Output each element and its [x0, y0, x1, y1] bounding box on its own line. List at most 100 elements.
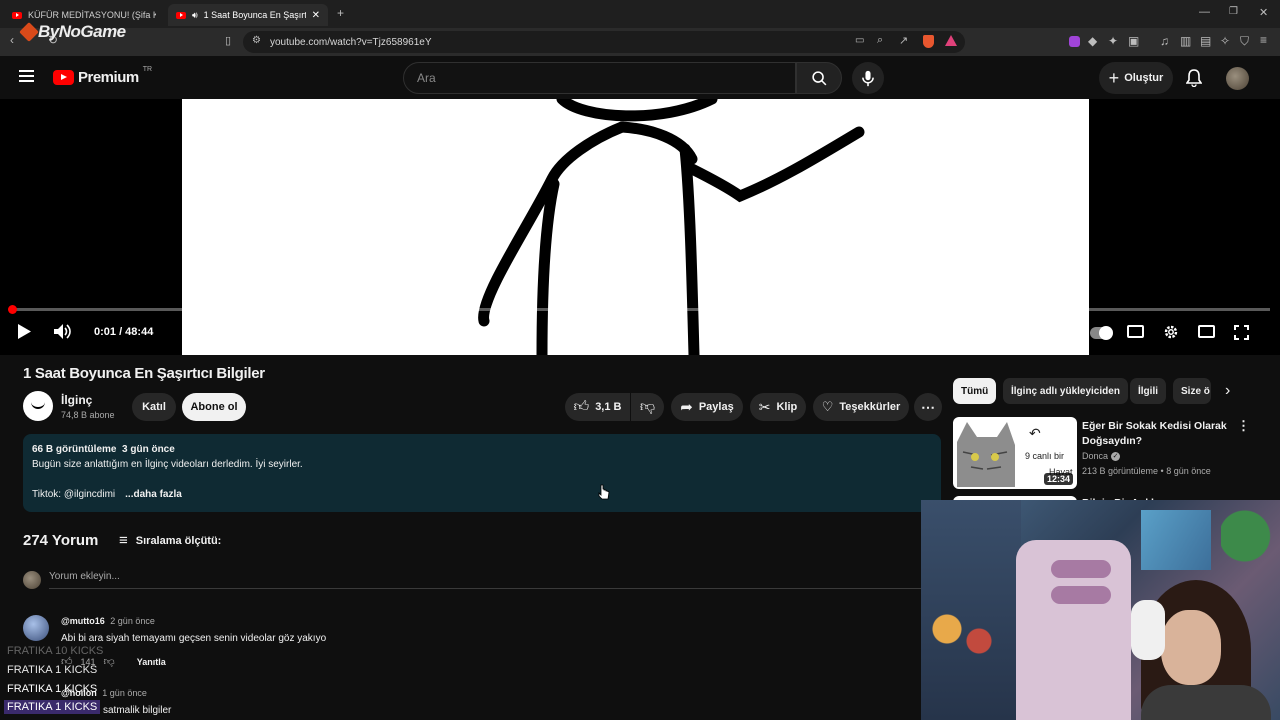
new-tab-icon[interactable]: +	[337, 6, 344, 20]
user-avatar	[23, 571, 41, 589]
search-input[interactable]: Ara	[403, 62, 796, 94]
cast-icon[interactable]: ▭	[855, 35, 864, 46]
subscribe-label: Abone ol	[190, 401, 238, 413]
add-comment-input[interactable]: Yorum ekleyin...	[49, 571, 921, 589]
video-player[interactable]: 0:01 / 48:44	[0, 99, 1280, 355]
subtitles-icon[interactable]	[1127, 325, 1144, 338]
share-button[interactable]: ➦ Paylaş	[671, 393, 743, 421]
comment-author[interactable]: @mutto16	[61, 616, 105, 626]
sidebar-icon[interactable]: ▥	[1180, 34, 1191, 48]
channel-name[interactable]: İlginç	[61, 393, 92, 407]
search-placeholder: Ara	[417, 71, 436, 85]
video-meta: 213 B görüntüleme • 8 gün önce	[1082, 466, 1211, 476]
logo-text: Premium	[78, 69, 139, 86]
microphone-icon	[862, 70, 874, 86]
recommended-channel[interactable]: Donca ✓	[1082, 451, 1121, 461]
menu-icon[interactable]: ≡	[1260, 33, 1267, 47]
music-icon[interactable]: ♫	[1160, 34, 1169, 48]
comment-time[interactable]: 1 gün önce	[102, 688, 147, 698]
chip-all[interactable]: Tümü	[953, 378, 997, 404]
search-button[interactable]	[796, 62, 842, 94]
wall-posters	[1141, 510, 1211, 570]
thanks-button[interactable]: ♡ Teşekkürler	[813, 393, 909, 421]
zoom-icon[interactable]: ⌕	[877, 34, 883, 47]
close-window-icon[interactable]: ✕	[1259, 6, 1268, 19]
extension-icon[interactable]	[1069, 36, 1080, 47]
sort-comments-button[interactable]: ≡ Sıralama ölçütü:	[119, 532, 221, 549]
settings-gear-icon[interactable]	[1163, 324, 1179, 340]
minimize-icon[interactable]: —	[1199, 6, 1210, 18]
back-icon[interactable]: ‹	[10, 33, 14, 47]
title-line: Eğer Bir Sokak Kedisi Olarak	[1082, 420, 1227, 432]
leo-ai-icon[interactable]: ✧	[1220, 34, 1230, 48]
dislike-button[interactable]: 👎︎	[631, 393, 664, 421]
more-vertical-icon[interactable]: ⋮	[1237, 418, 1250, 434]
more-horizontal-icon: ⋯	[921, 398, 935, 415]
vpn-icon[interactable]: ⛉	[1240, 34, 1249, 49]
description-box[interactable]: 66 B görüntüleme 3 gün önce Bugün size a…	[23, 434, 941, 512]
hamburger-menu-icon[interactable]	[19, 70, 34, 82]
chip-related[interactable]: İlgili	[1130, 378, 1166, 404]
maximize-icon[interactable]: ❐	[1229, 6, 1238, 17]
account-avatar[interactable]	[1226, 67, 1249, 90]
autoplay-toggle[interactable]	[1090, 326, 1113, 340]
kick-alert: FRATIKA 1 KICKS	[4, 700, 101, 714]
description-text: Bugün size anlattığım en İlginç videolar…	[32, 459, 303, 470]
youtube-premium-logo[interactable]: Premium TR	[53, 66, 152, 86]
clip-button[interactable]: ✂ Klip	[750, 393, 806, 421]
tiktok-handle: Tiktok: @ilgincdimi	[32, 489, 116, 500]
more-actions-button[interactable]: ⋯	[914, 393, 942, 421]
channel-avatar[interactable]	[23, 391, 53, 421]
tab-active-video[interactable]: 🔊︎ 1 Saat Boyunca En Şaşırtıcı Bi ✕	[168, 4, 328, 26]
tab-title: 1 Saat Boyunca En Şaşırtıcı Bi	[203, 10, 306, 20]
share-icon[interactable]: ↗	[899, 34, 908, 47]
video-duration: 12:34	[1043, 473, 1073, 485]
comment-count: 274 Yorum	[23, 532, 99, 549]
recommended-video-thumbnail[interactable]: 9 canlı bir Hayat ↶ 12:34	[953, 417, 1077, 489]
stream-logo-overlay: ByNoGame	[19, 22, 126, 42]
join-button[interactable]: Katıl	[132, 393, 176, 421]
address-bar[interactable]: ⚙ youtube.com/watch?v=Tjz658961eY ▭ ⌕ ↗	[243, 31, 965, 53]
chip-for-you[interactable]: Size ö	[1173, 378, 1211, 404]
subscribe-button[interactable]: Abone ol	[182, 393, 246, 421]
close-tab-icon[interactable]: ✕	[312, 10, 320, 21]
brave-shield-icon[interactable]	[923, 35, 934, 48]
theater-mode-icon[interactable]	[1198, 325, 1215, 338]
thanks-label: Teşekkürler	[839, 401, 901, 413]
extension-box-icon[interactable]: ▣	[1128, 34, 1139, 48]
fullscreen-icon[interactable]	[1234, 325, 1249, 340]
show-more-link[interactable]: ...daha fazla	[125, 489, 182, 500]
youtube-logo-icon	[53, 70, 74, 85]
extension-diamond-icon[interactable]: ◆	[1088, 34, 1097, 48]
chip-label: Tümü	[961, 385, 989, 397]
chip-label: Size ö	[1181, 385, 1210, 397]
reply-button[interactable]: Yanıtla	[137, 657, 166, 667]
recommended-video-title[interactable]: Eğer Bir Sokak Kedisi Olarak Doğsaydın?	[1082, 419, 1232, 449]
stick-figure-drawing	[478, 99, 865, 355]
kick-alert: FRATIKA 1 KICKS	[7, 664, 98, 676]
notifications-bell-icon[interactable]	[1186, 69, 1202, 87]
comment-time[interactable]: 2 gün önce	[110, 616, 155, 626]
sort-label: Sıralama ölçütü:	[135, 534, 222, 547]
create-button[interactable]: + Oluştur	[1099, 62, 1173, 94]
mouse-cursor-icon	[598, 484, 610, 500]
chip-from-uploader[interactable]: İlginç adlı yükleyiciden	[1003, 378, 1128, 404]
progress-bar[interactable]	[8, 305, 1270, 314]
extension-puzzle-icon[interactable]: ✦	[1108, 34, 1118, 48]
face-icon	[31, 401, 45, 409]
comment-avatar[interactable]	[23, 615, 49, 641]
site-info-icon[interactable]: ⚙	[252, 35, 261, 46]
voice-search-button[interactable]	[852, 62, 884, 94]
like-button[interactable]: 👍︎ 3,1 B	[565, 393, 630, 421]
thumbs-up-icon: 👍︎	[573, 398, 590, 415]
progress-scrubber[interactable]	[8, 305, 17, 314]
speaker-icon: 🔊︎	[192, 9, 198, 20]
like-count: 3,1 B	[595, 401, 622, 413]
volume-icon[interactable]	[53, 323, 71, 340]
chair-logo	[1051, 586, 1111, 604]
wallet-icon[interactable]: ▤	[1200, 34, 1211, 48]
brave-rewards-icon[interactable]	[945, 35, 957, 46]
chevron-right-icon[interactable]: ›	[1225, 382, 1230, 400]
bookmark-icon[interactable]: ▯	[225, 34, 231, 47]
play-icon[interactable]	[17, 323, 32, 340]
